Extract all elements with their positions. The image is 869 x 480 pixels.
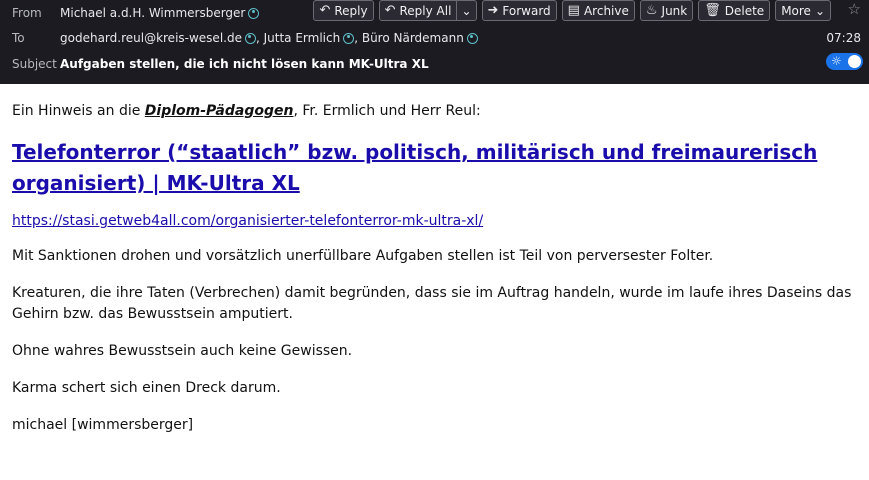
from-label: From xyxy=(12,6,42,20)
theme-toggle[interactable]: ☼ xyxy=(826,53,863,70)
sender-name[interactable]: Michael a.d.H. Wimmersberger xyxy=(60,6,245,20)
recipient[interactable]: godehard.reul@kreis-wesel.de xyxy=(60,31,242,45)
intro-paragraph: Ein Hinweis an die Diplom-Pädagogen, Fr.… xyxy=(12,103,481,119)
chevron-down-icon: ⌄ xyxy=(814,3,825,18)
subject-row: Subject Aufgaben stellen, die ich nicht … xyxy=(0,51,869,77)
body-paragraph: Karma schert sich einen Dreck darum. xyxy=(12,380,281,396)
junk-button[interactable]: ♨ Junk xyxy=(639,0,694,21)
delete-button[interactable]: 🗑 Delete xyxy=(698,0,771,21)
message-body: Ein Hinweis an die Diplom-Pädagogen, Fr.… xyxy=(0,84,869,436)
junk-icon: ♨ xyxy=(645,3,658,18)
reply-all-button[interactable]: ↶ Reply All xyxy=(378,0,458,21)
body-paragraph: Mit Sanktionen drohen und vorsätzlich un… xyxy=(12,248,714,264)
forward-icon: ➜ xyxy=(487,3,499,18)
recipient[interactable]: Büro Närdemann xyxy=(362,31,464,45)
contact-icon[interactable] xyxy=(466,32,478,44)
headline-link[interactable]: Telefonterror (“staatlich” bzw. politisc… xyxy=(12,137,857,199)
reply-all-icon: ↶ xyxy=(384,3,396,18)
emphasis-text: Diplom-Pädagogen xyxy=(144,103,294,119)
contact-icon[interactable] xyxy=(248,7,260,19)
trash-icon: 🗑 xyxy=(704,3,721,18)
archive-button[interactable]: ▤ Archive xyxy=(561,0,635,21)
to-row: To godehard.reul@kreis-wesel.de , Jutta … xyxy=(0,25,869,51)
more-button[interactable]: More ⌄ xyxy=(775,0,831,21)
contact-icon[interactable] xyxy=(244,32,256,44)
toggle-knob xyxy=(848,55,861,68)
recipient[interactable]: Jutta Ermlich xyxy=(264,31,341,45)
action-toolbar: ↶ Reply ↶ Reply All ⌄ ➜ Forward ▤ Archiv… xyxy=(313,0,831,21)
message-header: From Michael a.d.H. Wimmersberger ↶ Repl… xyxy=(0,0,869,84)
signature: michael [wimmersberger] xyxy=(12,417,194,433)
reply-icon: ↶ xyxy=(319,3,331,18)
star-icon[interactable]: ☆ xyxy=(848,0,861,18)
body-paragraph: Kreaturen, die ihre Taten (Verbrechen) d… xyxy=(12,285,852,322)
reply-button[interactable]: ↶ Reply xyxy=(313,0,374,21)
subject-text: Aufgaben stellen, die ich nicht lösen ka… xyxy=(60,57,429,71)
reply-all-dropdown[interactable]: ⌄ xyxy=(457,0,477,21)
url-link[interactable]: https://stasi.getweb4all.com/organisiert… xyxy=(12,211,857,232)
to-label: To xyxy=(12,31,25,45)
contact-icon[interactable] xyxy=(343,32,355,44)
archive-icon: ▤ xyxy=(567,3,580,18)
subject-label: Subject xyxy=(12,57,57,71)
body-paragraph: Ohne wahres Bewusstsein auch keine Gewis… xyxy=(12,343,353,359)
message-time: 07:28 xyxy=(826,31,861,45)
sun-icon: ☼ xyxy=(831,54,842,68)
chevron-down-icon: ⌄ xyxy=(461,3,472,18)
forward-button[interactable]: ➜ Forward xyxy=(481,0,557,21)
